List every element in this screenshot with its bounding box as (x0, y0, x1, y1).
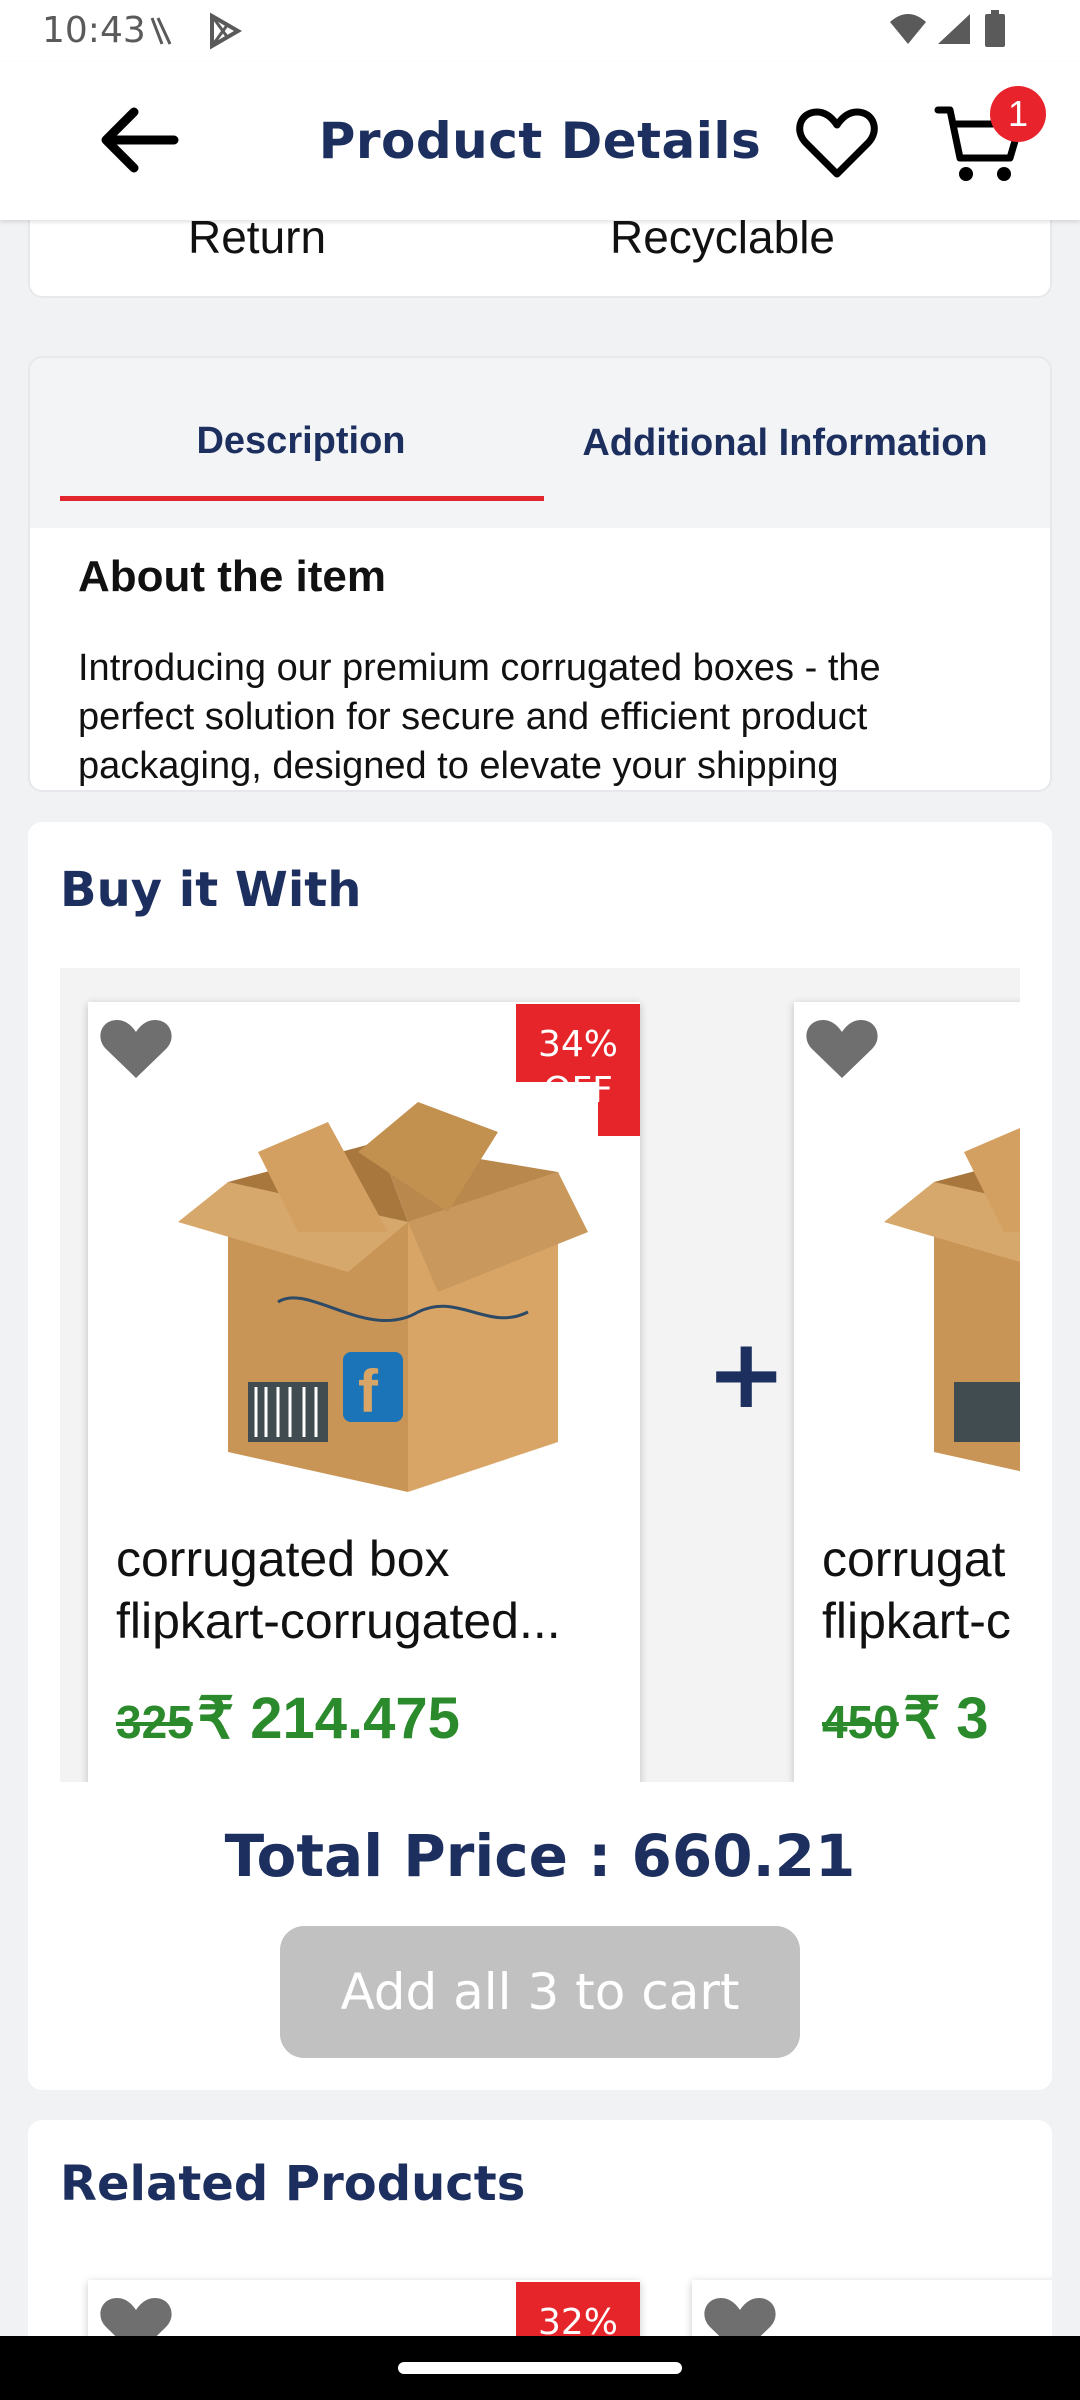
original-price: 450 (822, 1696, 899, 1748)
product-name-line: flipkart-corrugated... (116, 1593, 561, 1649)
corrugated-box-image: f (158, 1082, 598, 1502)
description-text: Introducing our premium corrugated boxes… (78, 644, 881, 790)
product-name-line: corrugat (822, 1531, 1006, 1587)
related-products-title: Related Products (60, 2156, 526, 2212)
discounted-price: ₹ 3 (903, 1686, 989, 1751)
battery-icon (985, 10, 1005, 47)
status-time: 10:43 (42, 10, 146, 51)
favorite-heart-icon[interactable] (804, 1016, 880, 1082)
active-tab-indicator (60, 496, 544, 501)
tab-bar: Description Additional Information (30, 358, 1050, 528)
play-store-icon (210, 12, 242, 50)
product-name-line: corrugated box (116, 1531, 450, 1587)
wishlist-heart-icon[interactable] (796, 106, 878, 180)
status-bar: 10:43 (0, 0, 1080, 62)
discounted-price: ₹ 214.475 (197, 1686, 460, 1751)
favorite-heart-icon[interactable] (98, 1016, 174, 1082)
svg-text:f: f (358, 1358, 379, 1425)
corrugated-box-image (864, 1082, 1020, 1502)
about-item-title: About the item (78, 552, 386, 601)
description-line: perfect solution for secure and efficien… (78, 696, 868, 738)
tab-additional-information[interactable]: Additional Information (544, 422, 1026, 465)
discount-percent: 34% (537, 1024, 618, 1065)
add-all-to-cart-button[interactable]: Add all 3 to cart (280, 1926, 800, 2058)
tab-description[interactable]: Description (60, 420, 542, 463)
product-name: corrugated box flipkart-corrugated... (116, 1528, 616, 1652)
signal-activity-icon (150, 17, 172, 45)
home-gesture-handle[interactable] (398, 2362, 682, 2374)
product-name: corrugat flipkart-c (822, 1528, 1020, 1652)
cell-signal-icon (938, 14, 970, 44)
buy-it-with-card: Buy it With 34% OFF (28, 822, 1052, 2090)
bundle-product-card[interactable]: 34% OFF f corrugated box (88, 1002, 640, 1782)
buy-it-with-title: Buy it With (60, 862, 362, 918)
product-price: 450 ₹ 3 (822, 1684, 988, 1752)
cart-count-badge: 1 (990, 86, 1046, 142)
product-name-line: flipkart-c (822, 1593, 1011, 1649)
app-header: Product Details 1 (0, 62, 1080, 220)
page-title: Product Details (318, 112, 762, 170)
wifi-icon (890, 14, 926, 44)
product-price: 325 ₹ 214.475 (116, 1684, 460, 1752)
total-price: Total Price : 660.21 (224, 1822, 856, 1890)
plus-sign: + (706, 1318, 787, 1430)
bundle-products-carousel[interactable]: 34% OFF f corrugated box (60, 968, 1020, 1782)
description-line: packaging, designed to elevate your ship… (78, 745, 839, 787)
description-card: Description Additional Information About… (28, 356, 1052, 792)
original-price: 325 (116, 1696, 193, 1748)
bundle-product-card[interactable]: corrugat flipkart-c 450 ₹ 3 (794, 1002, 1020, 1782)
description-line: Introducing our premium corrugated boxes… (78, 647, 881, 689)
